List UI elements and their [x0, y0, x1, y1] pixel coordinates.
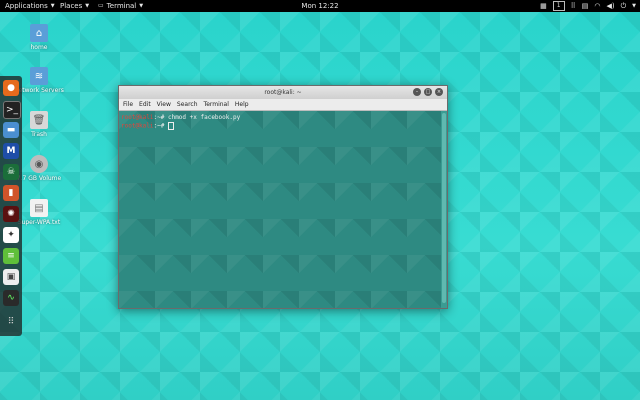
- terminal-launcher-icon[interactable]: >_: [3, 101, 21, 119]
- burpsuite-icon[interactable]: ▮: [3, 185, 19, 201]
- files-icon[interactable]: ▬: [3, 122, 19, 138]
- app-grid-icon[interactable]: ⠿: [571, 0, 576, 12]
- folder-home-icon: ⌂: [30, 24, 48, 42]
- terminal-output[interactable]: root@kali:~# chmod +x facebook.py root@k…: [119, 111, 441, 308]
- desktop-icon-home[interactable]: ⌂ home: [13, 24, 65, 51]
- trash-icon: 🗑: [30, 111, 48, 129]
- desktop-icon-label: home: [30, 44, 48, 51]
- system-monitor-icon[interactable]: ∿: [3, 290, 19, 306]
- terminal-window[interactable]: root@kali: ~ – □ × File Edit View Search…: [118, 85, 448, 309]
- metasploit-icon[interactable]: M: [3, 143, 19, 159]
- top-panel: Applications ▼ Places ▼ ▭ Terminal ▼ Mon 12…: [0, 0, 640, 12]
- workspace-indicator[interactable]: 1: [552, 1, 565, 11]
- minimize-icon[interactable]: –: [413, 88, 421, 96]
- drive-icon: ◉: [30, 155, 48, 173]
- text-file-icon: ▤: [30, 199, 48, 217]
- scrollbar-thumb[interactable]: [442, 113, 446, 303]
- grid-icon[interactable]: ▦: [540, 0, 547, 12]
- terminal-line: root@kali:~# chmod +x facebook.py: [121, 114, 439, 122]
- terminal-cursor: [167, 122, 174, 130]
- menu-file[interactable]: File: [123, 101, 133, 108]
- terminal-prompt: root@kali: [121, 122, 154, 130]
- terminal-command: :~# chmod +x facebook.py: [153, 114, 241, 121]
- show-apps-icon[interactable]: ⠿: [3, 314, 19, 330]
- menu-help[interactable]: Help: [235, 101, 249, 108]
- caret-down-icon[interactable]: ▼: [632, 0, 636, 12]
- screenshot-icon[interactable]: ▣: [3, 269, 19, 285]
- terminal-line: root@kali:~#: [121, 122, 439, 131]
- terminal-command: :~#: [153, 122, 168, 130]
- power-icon[interactable]: ⏻: [621, 0, 627, 12]
- network-folder-icon: ≋: [30, 67, 48, 85]
- window-title: root@kali: ~: [264, 89, 302, 96]
- armitage-icon[interactable]: ☠: [3, 164, 19, 180]
- maltego-icon[interactable]: ✦: [3, 227, 19, 243]
- terminal-prompt: root@kali: [121, 114, 154, 121]
- layout-icon[interactable]: ▤: [582, 0, 589, 12]
- faraday-icon[interactable]: ✺: [3, 206, 19, 222]
- terminal-scrollbar[interactable]: [441, 111, 447, 308]
- window-titlebar[interactable]: root@kali: ~ – □ ×: [119, 86, 447, 99]
- wifi-icon[interactable]: ◠: [594, 0, 600, 12]
- volume-icon[interactable]: ◀): [606, 0, 614, 12]
- menu-bar: File Edit View Search Terminal Help: [119, 99, 447, 111]
- close-icon[interactable]: ×: [435, 88, 443, 96]
- menu-terminal[interactable]: Terminal: [204, 101, 229, 108]
- firefox-icon[interactable]: ●: [3, 80, 19, 96]
- dock: ● >_ ▬ M ☠ ▮ ✺ ✦ ≡ ▣ ∿ ⠿: [0, 76, 22, 336]
- menu-view[interactable]: View: [157, 101, 171, 108]
- leafpad-icon[interactable]: ≡: [3, 248, 19, 264]
- system-tray: ▦ 1 ⠿ ▤ ◠ ◀) ⏻ ▼: [540, 0, 636, 12]
- maximize-icon[interactable]: □: [424, 88, 432, 96]
- menu-edit[interactable]: Edit: [139, 101, 151, 108]
- menu-search[interactable]: Search: [177, 101, 198, 108]
